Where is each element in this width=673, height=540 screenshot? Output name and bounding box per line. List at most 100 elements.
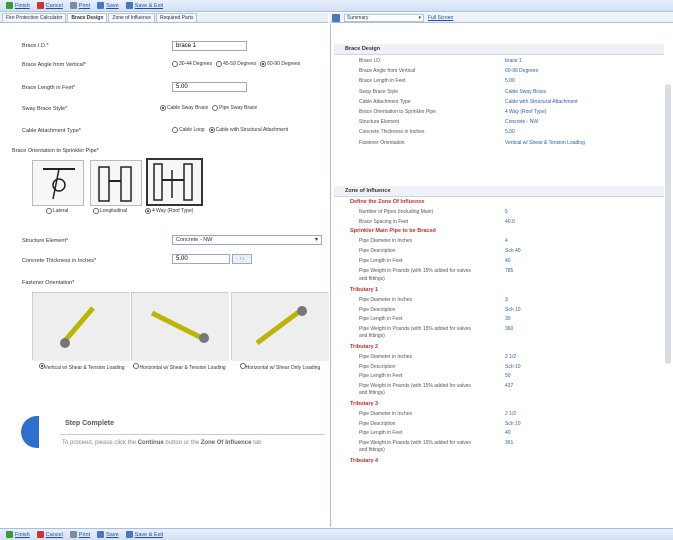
tab-zone-of-influence[interactable]: Zone of Influence — [108, 13, 156, 22]
summary-value: Vertical w/ Shear & Tension Loading — [505, 139, 585, 146]
brace-length-input[interactable]: 5.00 — [172, 82, 247, 92]
concrete-thickness-label: Concrete Thickness in Inches* — [22, 258, 97, 264]
summary-value: 360 — [505, 325, 514, 332]
concrete-thickness-stepper[interactable]: ↑↓ — [232, 254, 252, 264]
summary-key: Pipe Diameter in Inches — [359, 354, 413, 360]
panel-toggle-icon[interactable] — [332, 13, 340, 22]
cable-loop-radio[interactable]: Cable Loop — [172, 127, 205, 133]
fittings-note: and fittings) — [359, 447, 385, 453]
fastener-horizontal-shear-only-radio[interactable]: Horizontal w/ Shear Only Loading — [234, 363, 326, 372]
fittings-note: and fittings) — [359, 333, 385, 339]
summary-select[interactable]: Summary — [344, 13, 424, 22]
summary-row: Pipe Description Sch 10 — [331, 306, 661, 314]
save-button-bottom[interactable]: Save — [97, 531, 119, 538]
pipe-sway-brace-radio[interactable]: Pipe Sway Brace — [212, 105, 257, 111]
summary-scrollbar[interactable] — [665, 84, 671, 364]
summary-key: Pipe Length in Feet — [359, 373, 403, 379]
tributary-4-title: Tributary 4 — [350, 458, 379, 464]
finish-button[interactable]: Finish — [6, 2, 30, 9]
full-screen-link[interactable]: Full Screen — [428, 15, 453, 21]
angle-45-59-radio[interactable]: 45-59 Degrees — [216, 61, 256, 67]
sway-brace-style-radio-group: Cable Sway Brace Pipe Sway Brace — [160, 105, 257, 111]
brace-id-input[interactable]: brace 1 — [172, 41, 247, 51]
radio-dot-selected — [260, 61, 267, 67]
summary-value: 50 — [505, 373, 511, 379]
print-button-bottom[interactable]: Print — [69, 531, 90, 538]
step-complete-indicator — [21, 416, 39, 448]
summary-value: Sch 10 — [505, 363, 521, 370]
summary-row: Pipe Length in Feet 40 — [331, 429, 661, 437]
brace-id-label: Brace I.D.* — [22, 43, 49, 49]
fastener-vertical-radio[interactable]: Vertical w/ Shear & Tension Loading — [34, 363, 129, 372]
summary-key: Structure Element — [359, 119, 400, 126]
concrete-thickness-input[interactable]: 5.00 — [172, 254, 230, 264]
summary-value: 60-90 Degrees — [505, 68, 539, 75]
summary-key: Number of Pipes (Including Main) — [359, 209, 434, 215]
summary-key: Pipe Description — [359, 248, 396, 254]
tab-brace-design[interactable]: Brace Design — [67, 13, 108, 22]
tab-required-parts[interactable]: Required Parts — [156, 13, 198, 22]
lateral-brace-illustration — [43, 168, 75, 200]
cancel-button[interactable]: Cancel — [36, 2, 63, 9]
tab-fire-protection-calculator[interactable]: Fire Protection Calculator — [2, 13, 67, 22]
summary-value: Concrete - NW — [505, 119, 539, 126]
bottom-toolbar: Finish Cancel Print Save Save & Exit — [0, 528, 673, 540]
lateral-radio[interactable]: Lateral — [46, 208, 68, 214]
summary-row: Brace Orientation to Sprinkler Pipe 4 Way… — [331, 108, 661, 116]
summary-key: Fastener Orientation — [359, 139, 405, 146]
summary-row: Pipe Length in Feet 30 — [331, 315, 661, 323]
finish-button-bottom[interactable]: Finish — [6, 531, 30, 538]
radio-dot — [172, 61, 178, 67]
longitudinal-radio[interactable]: Longitudinal — [93, 208, 127, 214]
save-exit-icon — [125, 2, 133, 9]
fastener-horizontal-shear-only-image — [231, 292, 329, 361]
summary-key: Pipe Description — [359, 306, 396, 313]
summary-row: Number of Pipes (Including Main) 5 — [331, 208, 661, 216]
lateral-orientation-image — [32, 160, 84, 206]
summary-value: brace 1 — [505, 58, 522, 64]
print-button[interactable]: Print — [69, 2, 90, 9]
radio-dot-selected — [160, 105, 166, 111]
save-button[interactable]: Save — [97, 2, 119, 9]
summary-row: Pipe Description Sch 10 — [331, 363, 661, 371]
summary-row: Pipe Diameter in Inches 2 1/2 — [331, 410, 661, 418]
angle-60-90-radio[interactable]: 60-90 Degrees — [260, 61, 300, 67]
summary-value: 4 Way (Roof Type) — [505, 109, 547, 115]
fastener-horizontal-shear-tension-radio[interactable]: Horizontal w/ Shear & Tension Loading — [132, 363, 227, 372]
brace-design-summary-header: Brace Design — [334, 44, 664, 55]
finish-icon — [6, 531, 13, 538]
summary-value: 5.00 — [505, 78, 515, 85]
define-zone-title: Define the Zone Of Influence — [350, 199, 425, 205]
top-toolbar: Finish Cancel Print Save Save & Exit — [0, 0, 673, 12]
fastener-vertical-image — [32, 292, 130, 361]
brace-angle-radio-group: 30-44 Degrees 45-59 Degrees 60-90 Degree… — [172, 61, 300, 67]
summary-row: Concrete Thickness in Inches 5.00 — [331, 128, 661, 136]
four-way-radio[interactable]: 4 Way (Roof Type) — [145, 208, 193, 214]
cancel-button-bottom[interactable]: Cancel — [36, 531, 63, 538]
summary-key: Pipe Length in Feet — [359, 316, 403, 322]
summary-value: 4 — [505, 238, 508, 244]
cancel-icon — [36, 531, 44, 538]
summary-value: 437 — [505, 382, 514, 389]
main-pipe-title: Sprinkler Main Pipe to be Braced — [350, 228, 436, 234]
summary-row: Pipe Description Sch 40 — [331, 247, 661, 255]
zone-of-influence-summary-header: Zone of Influence — [334, 186, 664, 197]
save-icon — [97, 2, 105, 9]
fittings-note: and fittings) — [359, 390, 385, 396]
cable-sway-brace-radio[interactable]: Cable Sway Brace — [160, 105, 208, 111]
summary-key: Pipe Length in Feet — [359, 258, 403, 264]
step-complete-text: To proceed, please click the Continue bu… — [62, 440, 262, 446]
summary-key: Concrete Thickness in Inches — [359, 129, 425, 136]
fastener-horizontal-shear-tension-image — [131, 292, 229, 361]
radio-dot — [172, 127, 178, 133]
summary-key: Brace Angle from Vertical — [359, 68, 416, 75]
save-exit-button-bottom[interactable]: Save & Exit — [125, 531, 163, 538]
cable-structural-radio[interactable]: Cable with Structural Attachment — [208, 127, 288, 133]
angle-30-44-radio[interactable]: 30-44 Degrees — [172, 61, 212, 67]
summary-row: Pipe Length in Feet 50 — [331, 372, 661, 380]
continue-keyword: Continue — [137, 440, 164, 446]
summary-value: 40 — [505, 258, 511, 264]
structure-element-select[interactable]: Concrete - NW — [172, 235, 322, 245]
save-exit-button[interactable]: Save & Exit — [125, 2, 163, 9]
summary-row: Pipe Diameter in Inches 2 1/2 — [331, 353, 661, 361]
